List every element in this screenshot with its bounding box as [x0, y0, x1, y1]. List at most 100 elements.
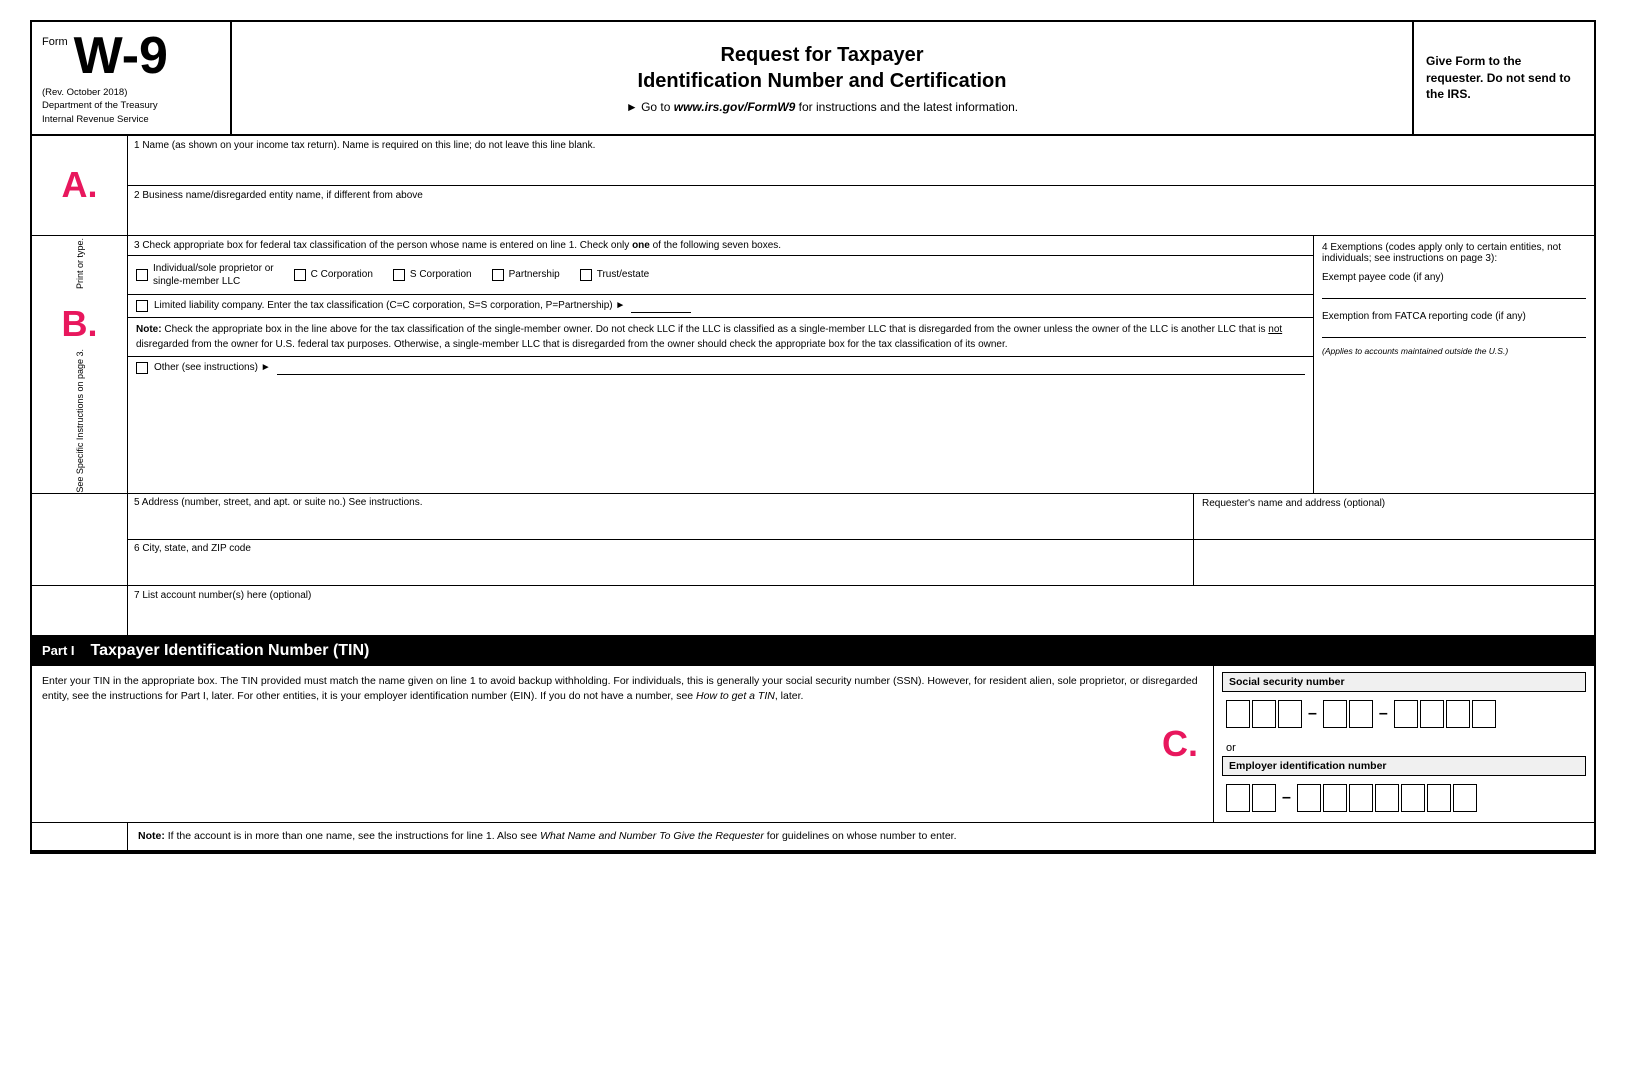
field7-input[interactable]: [134, 601, 1588, 631]
note-block: Note: Check the appropriate box in the l…: [128, 318, 1313, 357]
side-label-b-col: Print or type. B. See Specific Instructi…: [32, 236, 128, 493]
rows-1-2-content: 1 Name (as shown on your income tax retu…: [128, 136, 1594, 235]
row6-right: [1194, 540, 1594, 585]
ssn-cell-2[interactable]: [1252, 700, 1276, 728]
part1-left-text: Enter your TIN in the appropriate box. T…: [32, 666, 1214, 822]
cb-c-corp-box[interactable]: [294, 269, 306, 281]
cb-partnership-label: Partnership: [509, 268, 560, 281]
rows-1-2-wrapper: A. 1 Name (as shown on your income tax r…: [32, 136, 1594, 236]
form-header: Form W-9 (Rev. October 2018) Department …: [30, 20, 1596, 136]
cb-partnership-box[interactable]: [492, 269, 504, 281]
row7-content: 7 List account number(s) here (optional): [128, 586, 1594, 635]
row3-content: 3 Check appropriate box for federal tax …: [128, 236, 1314, 493]
exempt-payee-input[interactable]: [1322, 285, 1586, 299]
field5-input[interactable]: [128, 509, 1193, 539]
ssn-cell-4[interactable]: [1323, 700, 1347, 728]
ein-dash: –: [1280, 789, 1293, 807]
field6-input[interactable]: [128, 555, 1193, 585]
ssn-cell-7[interactable]: [1420, 700, 1444, 728]
cb-c-corp-label: C Corporation: [311, 268, 373, 281]
exempt-payee-label: Exempt payee code (if any): [1322, 272, 1586, 283]
cb-llc-box[interactable]: [136, 300, 148, 312]
requesters-label: Requester's name and address (optional): [1202, 498, 1385, 509]
llc-label: Limited liability company. Enter the tax…: [154, 300, 625, 311]
cb-trust: Trust/estate: [580, 268, 649, 281]
ein-cell-4[interactable]: [1323, 784, 1347, 812]
ein-cell-6[interactable]: [1375, 784, 1399, 812]
field1-input[interactable]: [128, 153, 1594, 185]
cb-individual-label: Individual/sole proprietor or single-mem…: [153, 262, 274, 288]
ein-segment-1: [1226, 784, 1276, 812]
cb-c-corp: C Corporation: [294, 268, 373, 281]
ssn-cell-3[interactable]: [1278, 700, 1302, 728]
side-print-text: Print or type.: [75, 238, 85, 289]
row6-split: 6 City, state, and ZIP code: [128, 540, 1594, 585]
part1-label: Part I: [42, 643, 75, 658]
exemptions-title: 4 Exemptions (codes apply only to certai…: [1322, 242, 1586, 264]
field2-input[interactable]: [128, 203, 1594, 235]
ein-cell-5[interactable]: [1349, 784, 1373, 812]
checkboxes-row: Individual/sole proprietor or single-mem…: [128, 256, 1313, 295]
field1-label: 1 Name (as shown on your income tax retu…: [128, 136, 1594, 153]
applies-note: (Applies to accounts maintained outside …: [1322, 346, 1586, 356]
bottom-note: Note: If the account is in more than one…: [32, 823, 1594, 853]
row3-top-label: 3 Check appropriate box for federal tax …: [128, 236, 1313, 256]
ssn-cell-6[interactable]: [1394, 700, 1418, 728]
ein-fields: –: [1222, 780, 1586, 816]
ssn-cell-8[interactable]: [1446, 700, 1470, 728]
field-row-1: 1 Name (as shown on your income tax retu…: [128, 136, 1594, 186]
row7-wrapper: 7 List account number(s) here (optional): [32, 586, 1594, 637]
ein-cell-1[interactable]: [1226, 784, 1250, 812]
row5-split: 5 Address (number, street, and apt. or s…: [128, 494, 1594, 540]
website-link[interactable]: www.irs.gov/FormW9: [674, 100, 796, 114]
rows-5-6-content: 5 Address (number, street, and apt. or s…: [128, 494, 1594, 585]
llc-row: Limited liability company. Enter the tax…: [128, 295, 1313, 318]
ein-cell-7[interactable]: [1401, 784, 1425, 812]
cb-s-corp: S Corporation: [393, 268, 472, 281]
llc-input[interactable]: [631, 299, 691, 313]
ssn-cell-5[interactable]: [1349, 700, 1373, 728]
form-body: A. 1 Name (as shown on your income tax r…: [30, 136, 1596, 854]
fatca-label: Exemption from FATCA reporting code (if …: [1322, 311, 1586, 322]
header-left-info: (Rev. October 2018) Department of the Tr…: [42, 86, 220, 126]
ein-cell-2[interactable]: [1252, 784, 1276, 812]
header-right: Give Form to the requester. Do not send …: [1414, 22, 1594, 134]
part1-body: Enter your TIN in the appropriate box. T…: [32, 666, 1594, 823]
ssn-cell-9[interactable]: [1472, 700, 1496, 728]
field-row-2: 2 Business name/disregarded entity name,…: [128, 186, 1594, 235]
row5-left: 5 Address (number, street, and apt. or s…: [128, 494, 1194, 540]
row4-content: 4 Exemptions (codes apply only to certai…: [1314, 236, 1594, 493]
form-word: Form: [42, 30, 68, 48]
row7-side: [32, 586, 128, 635]
other-input[interactable]: [277, 361, 1305, 375]
cb-other-box[interactable]: [136, 362, 148, 374]
ein-cell-9[interactable]: [1453, 784, 1477, 812]
ein-cell-8[interactable]: [1427, 784, 1451, 812]
cb-individual: Individual/sole proprietor or single-mem…: [136, 262, 274, 288]
ssn-cell-1[interactable]: [1226, 700, 1250, 728]
ssn-dash-2: –: [1377, 705, 1390, 723]
main-title: Request for Taxpayer Identification Numb…: [638, 42, 1007, 94]
row6-left: 6 City, state, and ZIP code: [128, 540, 1194, 585]
ssn-segment-3: [1394, 700, 1496, 728]
ssn-box-label: Social security number: [1222, 672, 1586, 692]
field5-label: 5 Address (number, street, and apt. or s…: [128, 494, 1193, 509]
ein-box-label: Employer identification number: [1222, 756, 1586, 776]
row3-4-wrapper: Print or type. B. See Specific Instructi…: [32, 236, 1594, 494]
header-left: Form W-9 (Rev. October 2018) Department …: [32, 22, 232, 134]
cb-individual-box[interactable]: [136, 269, 148, 281]
side-col-empty-5-6: [32, 494, 128, 585]
part1-right-inner: C. Social security number –: [1222, 672, 1586, 816]
other-row: Other (see instructions) ►: [128, 357, 1313, 379]
cb-trust-box[interactable]: [580, 269, 592, 281]
ssn-segment-1: [1226, 700, 1302, 728]
cb-s-corp-label: S Corporation: [410, 268, 472, 281]
ein-cell-3[interactable]: [1297, 784, 1321, 812]
rows-5-6-wrapper: 5 Address (number, street, and apt. or s…: [32, 494, 1594, 586]
bottom-note-content: Note: If the account is in more than one…: [128, 823, 1594, 851]
label-b: B.: [62, 303, 98, 345]
ssn-dash-1: –: [1306, 705, 1319, 723]
cb-s-corp-box[interactable]: [393, 269, 405, 281]
fatca-input[interactable]: [1322, 324, 1586, 338]
bottom-note-side: [32, 823, 128, 851]
